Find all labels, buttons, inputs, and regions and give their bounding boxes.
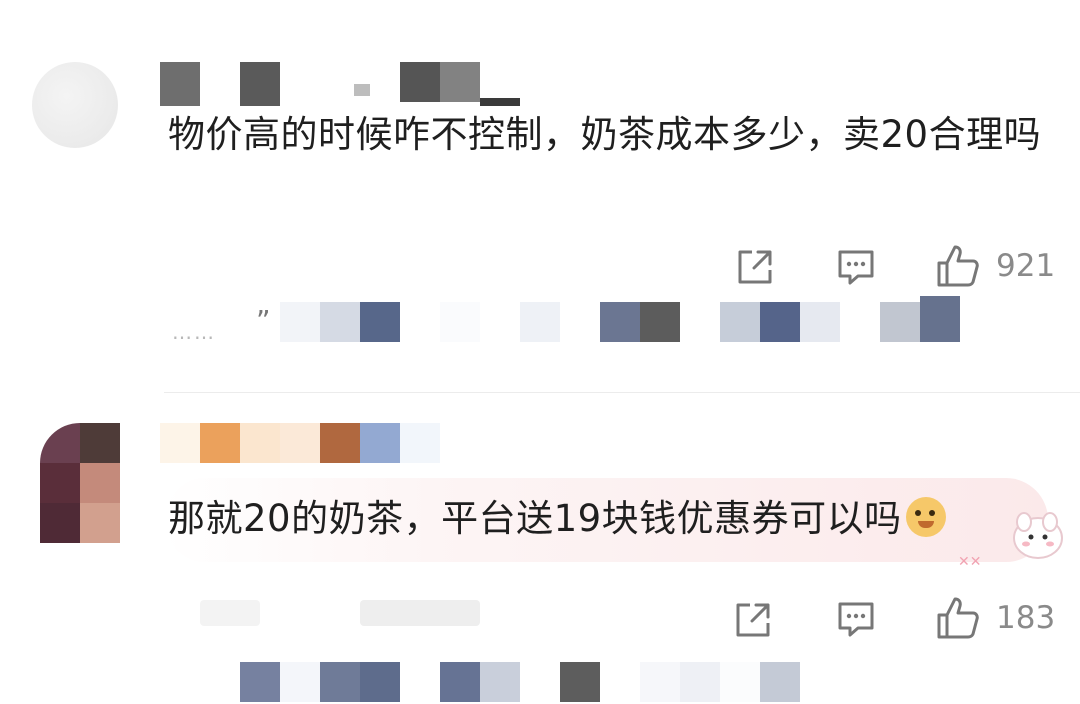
like-count: 183 (996, 600, 1056, 636)
doge-emoji-icon (905, 497, 946, 537)
thumbs-up-icon (937, 597, 979, 639)
comment-button[interactable] (834, 598, 878, 640)
share-icon (738, 250, 772, 284)
comment-text-content: 那就20的奶茶，平台送19块钱优惠券可以吗 (168, 497, 902, 540)
share-button[interactable] (734, 246, 776, 288)
bow-decoration-icon: ✕✕ (958, 554, 982, 570)
share-icon (736, 603, 770, 637)
bunny-sticker-icon: ✿✿ (964, 508, 1072, 572)
thumbs-up-icon (937, 245, 979, 287)
comment-text: 物价高的时候咋不控制，奶茶成本多少，卖20合理吗 (168, 113, 1042, 156)
comment-icon (838, 602, 874, 637)
like-button[interactable] (934, 594, 982, 642)
reply-preview-quote: ” (256, 304, 271, 337)
comment-icon (838, 250, 874, 285)
comment-text: 那就20的奶茶，平台送19块钱优惠券可以吗 (168, 490, 1048, 548)
like-count: 921 (996, 248, 1056, 284)
like-button[interactable] (934, 242, 982, 290)
avatar[interactable] (40, 423, 120, 543)
comment-button[interactable] (834, 246, 878, 288)
comment-divider (164, 392, 1080, 393)
share-button[interactable] (732, 600, 774, 638)
reply-preview-ellipsis: …… (172, 320, 216, 344)
avatar[interactable] (32, 62, 118, 148)
